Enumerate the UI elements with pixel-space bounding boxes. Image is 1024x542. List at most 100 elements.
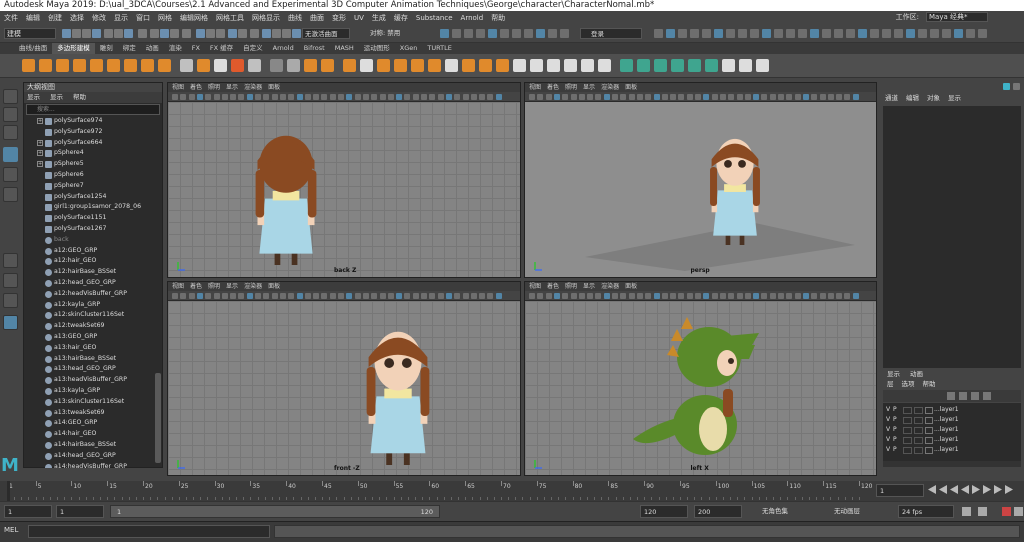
viewport-tool-icon[interactable] bbox=[778, 94, 784, 100]
current-frame-field[interactable]: 1 bbox=[876, 484, 924, 497]
outliner-item[interactable]: a12:hairBase_BSSet bbox=[24, 267, 162, 278]
step-forward-key-icon[interactable] bbox=[994, 485, 1002, 494]
shelf-tool-icon[interactable] bbox=[620, 59, 633, 72]
shelf-tool-icon[interactable] bbox=[530, 59, 543, 72]
status-line-icon[interactable] bbox=[500, 29, 509, 38]
layer-visibility-toggle[interactable]: V bbox=[883, 445, 893, 455]
viewport-menu-item[interactable]: 视图 bbox=[529, 282, 541, 291]
viewport-menu-item[interactable]: 照明 bbox=[208, 282, 220, 291]
viewport-tool-icon[interactable] bbox=[379, 94, 386, 100]
status-line-icon[interactable] bbox=[228, 29, 237, 38]
status-line-icon[interactable] bbox=[894, 29, 903, 38]
step-back-key-icon[interactable] bbox=[939, 485, 947, 494]
status-line-icon[interactable] bbox=[786, 29, 795, 38]
outliner-item[interactable]: a12:head_GEO_GRP bbox=[24, 278, 162, 289]
shelf-tool-icon[interactable] bbox=[124, 59, 137, 72]
status-line-icon[interactable] bbox=[488, 29, 497, 38]
shelf-tool-icon[interactable] bbox=[654, 59, 667, 72]
viewport-tool-icon[interactable] bbox=[213, 293, 220, 299]
attribute-editor-icon[interactable] bbox=[1013, 83, 1020, 90]
shelf-tool-icon[interactable] bbox=[90, 59, 103, 72]
viewport-tool-icon[interactable] bbox=[221, 293, 228, 299]
viewport-tool-icon[interactable] bbox=[279, 94, 286, 100]
outliner-item[interactable]: girl1:group1samor_2078_06 bbox=[24, 202, 162, 213]
menu-select[interactable]: 选择 bbox=[66, 13, 88, 23]
menu-help[interactable]: 帮助 bbox=[487, 13, 509, 23]
viewport-tool-icon[interactable] bbox=[304, 293, 311, 299]
viewport-tool-icon[interactable] bbox=[753, 293, 760, 299]
viewport-front[interactable]: 视图 着色 照明 显示 渲染器 面板 front -Z bbox=[138, 165, 521, 476]
side-by-side-layout-icon[interactable] bbox=[3, 293, 18, 308]
viewport-tool-icon[interactable] bbox=[819, 293, 826, 299]
viewport-tool-icon[interactable] bbox=[487, 293, 494, 299]
viewport-menu-item[interactable]: 视图 bbox=[172, 282, 184, 291]
status-line-icon[interactable] bbox=[536, 29, 545, 38]
outliner-item[interactable]: polySurface972 bbox=[24, 127, 162, 138]
status-line-icon[interactable] bbox=[870, 29, 879, 38]
viewport-tool-icon[interactable] bbox=[570, 94, 577, 100]
outliner-item[interactable]: a14:hair_GEO bbox=[24, 429, 162, 440]
shelf-tool-icon[interactable] bbox=[377, 59, 390, 72]
lasso-tool-icon[interactable] bbox=[3, 107, 18, 122]
paint-select-icon[interactable] bbox=[3, 125, 18, 140]
viewport-menu-item[interactable]: 面板 bbox=[268, 282, 280, 291]
layer-display-type-toggle[interactable] bbox=[903, 436, 912, 444]
layer-playback-toggle[interactable]: P bbox=[893, 405, 903, 415]
viewport-tool-icon[interactable] bbox=[462, 293, 469, 299]
new-layer-icon[interactable] bbox=[971, 392, 979, 400]
viewport-tool-icon[interactable] bbox=[412, 94, 419, 100]
status-line-icon[interactable] bbox=[798, 29, 807, 38]
viewport-tool-icon[interactable] bbox=[479, 293, 486, 299]
viewport-tool-icon[interactable] bbox=[387, 293, 394, 299]
shelf-tool-icon[interactable] bbox=[197, 59, 210, 72]
viewport-tool-icon[interactable] bbox=[445, 94, 452, 100]
menu-mesh-display[interactable]: 网格显示 bbox=[248, 13, 284, 23]
viewport-tool-icon[interactable] bbox=[578, 293, 585, 299]
viewport-back[interactable]: 视图 着色 照明 显示 渲染器 面板 back Z bbox=[138, 0, 521, 278]
status-line-icon[interactable] bbox=[678, 29, 687, 38]
outliner-layout-icon[interactable] bbox=[3, 315, 18, 330]
viewport-tool-icon[interactable] bbox=[661, 293, 668, 299]
viewport-tool-icon[interactable] bbox=[719, 293, 726, 299]
viewport-menu-item[interactable]: 照明 bbox=[565, 83, 577, 92]
shelf-tool-icon[interactable] bbox=[321, 59, 334, 72]
outliner-search-input[interactable]: 搜索... bbox=[26, 104, 160, 115]
viewport-tool-icon[interactable] bbox=[429, 293, 436, 299]
outliner-item[interactable]: polySurface1267 bbox=[24, 224, 162, 235]
status-line-icon[interactable] bbox=[238, 29, 247, 38]
status-line-icon[interactable] bbox=[524, 29, 533, 38]
status-line-icon[interactable] bbox=[150, 29, 159, 38]
layer-menu-layers[interactable]: 层 bbox=[887, 379, 894, 390]
viewport-tool-icon[interactable] bbox=[753, 94, 760, 100]
viewport-tool-icon[interactable] bbox=[852, 94, 859, 100]
menu-cache[interactable]: 缓存 bbox=[390, 13, 412, 23]
viewport-tool-icon[interactable] bbox=[421, 293, 427, 299]
move-layer-up-icon[interactable] bbox=[947, 392, 955, 400]
menu-create[interactable]: 创建 bbox=[44, 13, 66, 23]
viewport-menu-item[interactable]: 着色 bbox=[547, 83, 559, 92]
outliner-item[interactable]: a14:headVisBuffer_GRP bbox=[24, 462, 162, 468]
viewport-tool-icon[interactable] bbox=[744, 293, 751, 299]
playback-end-field[interactable]: 120 bbox=[640, 505, 688, 518]
viewport-tool-icon[interactable] bbox=[844, 94, 851, 100]
status-line-icon[interactable] bbox=[654, 29, 663, 38]
viewport-menu-item[interactable]: 着色 bbox=[190, 83, 202, 92]
outliner-item[interactable]: a12:skinCluster116Set bbox=[24, 310, 162, 321]
viewport-tool-icon[interactable] bbox=[711, 293, 718, 299]
viewport-tool-icon[interactable] bbox=[728, 94, 735, 100]
viewport-tool-icon[interactable] bbox=[304, 94, 311, 100]
layer-scrollbar[interactable] bbox=[883, 461, 1021, 467]
character-set-dropdown[interactable]: 无角色集 bbox=[762, 505, 820, 518]
viewport-tool-icon[interactable] bbox=[736, 293, 743, 299]
expand-icon[interactable]: + bbox=[37, 150, 43, 157]
status-line-icon[interactable] bbox=[966, 29, 975, 38]
outliner-scrollbar[interactable] bbox=[155, 373, 161, 463]
outliner-item[interactable]: a12:headVisBuffer_GRP bbox=[24, 289, 162, 300]
shelf-tool-icon[interactable] bbox=[287, 59, 300, 72]
auto-key-icon[interactable] bbox=[1002, 507, 1011, 516]
outliner-item[interactable]: a12:hair_GEO bbox=[24, 256, 162, 267]
viewport-menu-item[interactable]: 视图 bbox=[172, 83, 184, 92]
viewport-tool-icon[interactable] bbox=[686, 94, 693, 100]
layer-playback-toggle[interactable]: P bbox=[893, 415, 903, 425]
move-layer-down-icon[interactable] bbox=[959, 392, 967, 400]
